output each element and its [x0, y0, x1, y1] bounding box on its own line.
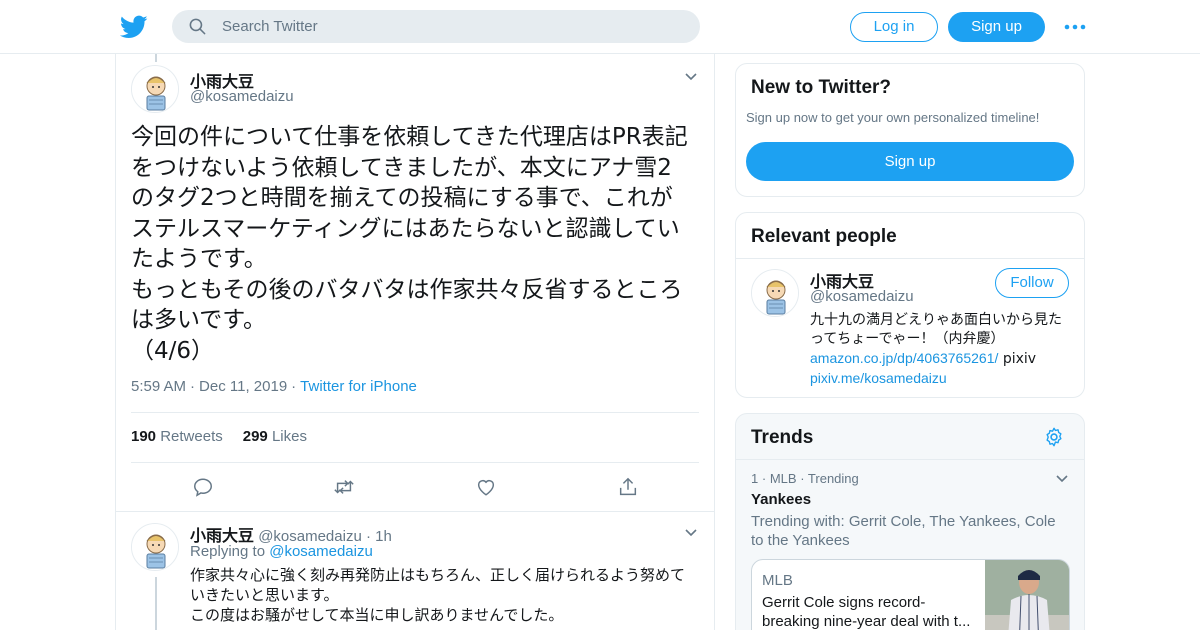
news-headline: Gerrit Cole signs record-breaking nine-y…	[762, 594, 971, 630]
news-thumbnail	[985, 560, 1069, 630]
follow-button[interactable]: Follow	[995, 268, 1069, 298]
tweet-body: 今回の件について仕事を依頼してきた代理店はPR表記をつけないよう依頼してきました…	[131, 122, 691, 366]
reply-text-line: この度はお騒がせして本当に申し訳ありませんでした。	[190, 606, 564, 624]
chevron-down-icon[interactable]	[684, 72, 698, 82]
tweet-text-line: （4/6）	[131, 337, 215, 364]
share-icon[interactable]	[617, 476, 639, 498]
search-icon	[189, 18, 206, 35]
card-title: Relevant people	[751, 226, 897, 247]
divider	[736, 459, 1084, 460]
trend-meta: 1 · MLB · Trending	[751, 471, 859, 486]
bio-link[interactable]: amazon.co.jp/dp/4063765261/	[810, 350, 998, 366]
relevant-people-card: Relevant people 小雨大豆 @kosamedaizu Follow…	[735, 212, 1085, 398]
separator-dot: ·	[761, 471, 767, 486]
tweet-text-line: 今回の件について仕事を依頼してきた代理店はPR表記をつけないよう依頼してきました…	[131, 124, 688, 272]
tweet-time[interactable]: 5:59 AM	[131, 378, 186, 395]
avatar[interactable]	[131, 65, 179, 113]
person-avatar-illustration	[752, 270, 798, 316]
likes-count: 299	[242, 428, 268, 445]
trending-with-text: Trending with: Gerrit Cole, The Yankees,…	[751, 513, 1056, 549]
reply-body: 作家共々心に強く刻み再発防止はもちろん、正しく届けられるよう努めていきたいと思い…	[190, 565, 695, 625]
tweet-source-link[interactable]: Twitter for iPhone	[300, 378, 417, 395]
bio-text: 九十九の満月どえりゃあ面白いから見たってちょーでゃー！（内弁慶）	[810, 312, 1062, 347]
main-timeline-column: 小雨大豆 @kosamedaizu 今回の件について仕事を依頼してきた代理店はP…	[115, 54, 715, 630]
tweet-date[interactable]: Dec 11, 2019	[199, 378, 287, 395]
divider	[116, 511, 714, 512]
like-heart-icon[interactable]	[475, 476, 497, 498]
reply-timestamp[interactable]: 1h	[375, 528, 392, 545]
divider	[736, 258, 1084, 259]
thread-connector-line	[155, 577, 157, 630]
likes-stat[interactable]: 299 Likes	[243, 428, 307, 445]
chevron-down-icon[interactable]	[1055, 474, 1069, 484]
search-box[interactable]	[172, 10, 700, 43]
retweet-icon[interactable]	[333, 476, 355, 498]
person-handle[interactable]: @kosamedaizu	[810, 288, 914, 305]
divider	[131, 462, 699, 463]
news-card[interactable]: MLB Gerrit Cole signs record-breaking ni…	[751, 559, 1070, 630]
search-input[interactable]	[222, 10, 682, 43]
separator-dot: ·	[800, 471, 805, 486]
news-category: MLB	[762, 572, 793, 589]
tweet-stats: 190 Retweets 299 Likes	[131, 428, 307, 445]
trend-item-name[interactable]: Yankees	[751, 491, 811, 508]
avatar[interactable]	[751, 269, 799, 317]
avatar[interactable]	[131, 523, 179, 571]
author-avatar-illustration	[132, 66, 178, 112]
author-avatar-illustration	[132, 524, 178, 570]
replying-to-line: Replying to @kosamedaizu	[190, 543, 373, 560]
author-handle[interactable]: @kosamedaizu	[190, 88, 294, 105]
twitter-bird-logo-icon[interactable]	[120, 13, 148, 41]
card-title: New to Twitter?	[751, 77, 892, 98]
retweets-label: Retweets	[160, 428, 223, 445]
trend-status: Trending	[807, 471, 859, 486]
trend-rank: 1	[751, 471, 759, 486]
tweet-text-line: もっともその後のバタバタは作家共々反省するところは多いです。	[131, 276, 683, 334]
card-title: Trends	[751, 427, 814, 448]
replying-to-link[interactable]: @kosamedaizu	[269, 543, 373, 560]
reply-icon[interactable]	[192, 476, 214, 498]
person-bio: 九十九の満月どえりゃあ面白いから見たってちょーでゃー！（内弁慶） amazon.…	[810, 311, 1072, 389]
trend-category: MLB	[769, 471, 797, 486]
likes-label: Likes	[271, 428, 307, 445]
tweet-metadata: 5:59 AM · Dec 11, 2019 · Twitter for iPhone	[131, 378, 417, 395]
replying-to-label: Replying to	[190, 543, 266, 560]
thread-connector-line	[155, 54, 157, 62]
top-navigation-bar: Log in Sign up	[0, 0, 1200, 54]
sign-up-button[interactable]: Sign up	[948, 12, 1045, 42]
bio-word: pixiv	[1002, 351, 1037, 367]
new-to-twitter-card: New to Twitter? Sign up now to get your …	[735, 63, 1085, 197]
retweets-stat[interactable]: 190 Retweets	[131, 428, 223, 445]
divider	[131, 412, 699, 413]
separator-dot: ·	[291, 378, 297, 395]
sidebar-sign-up-button[interactable]: Sign up	[746, 142, 1074, 181]
log-in-button[interactable]: Log in	[850, 12, 938, 42]
gear-icon[interactable]	[1043, 426, 1065, 448]
baseball-player-photo	[985, 560, 1069, 630]
trends-card: Trends 1 · MLB · Trending Yankees Trendi…	[735, 413, 1085, 630]
card-subtitle: Sign up now to get your own personalized…	[746, 110, 1040, 125]
more-options-icon[interactable]	[1064, 18, 1086, 36]
separator-dot: ·	[190, 378, 196, 395]
retweets-count: 190	[131, 428, 157, 445]
reply-text-line: 作家共々心に強く刻み再発防止はもちろん、正しく届けられるよう努めていきたいと思い…	[190, 566, 686, 604]
chevron-down-icon[interactable]	[684, 528, 698, 538]
bio-link[interactable]: pixiv.me/kosamedaizu	[810, 370, 947, 386]
